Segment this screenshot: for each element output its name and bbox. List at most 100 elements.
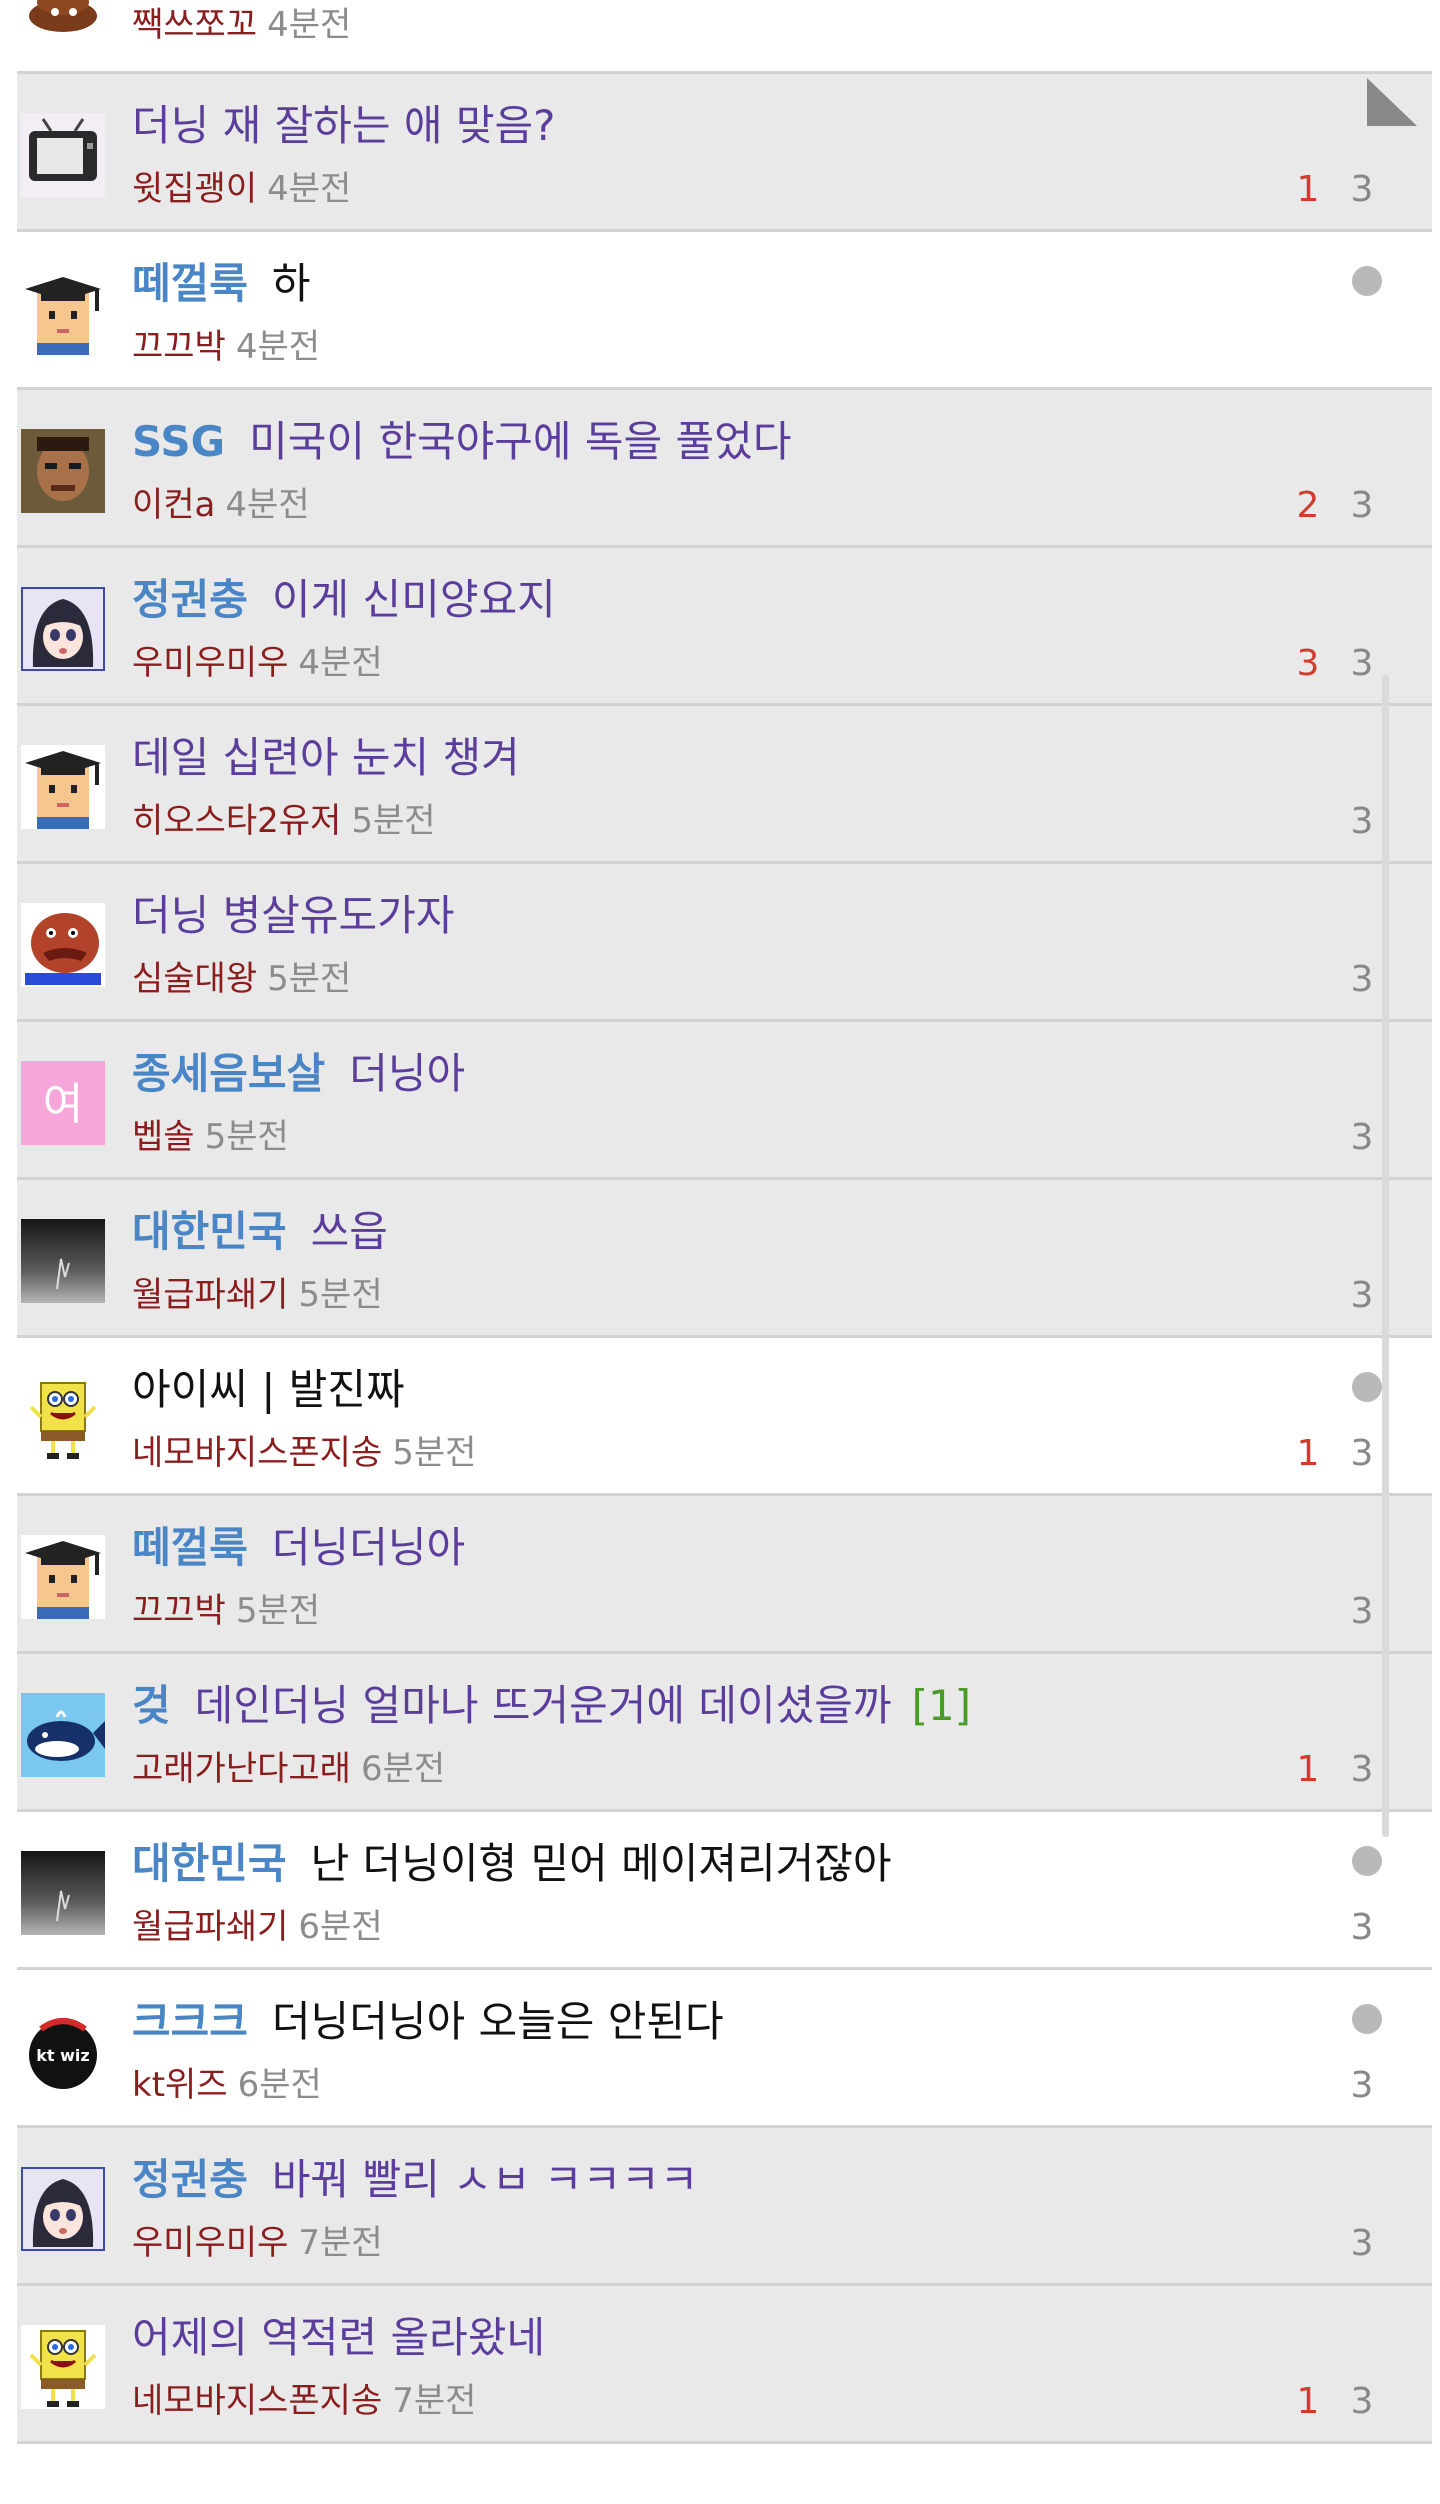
post-title-text: 더닝 재 잘하는 애 맞음? (132, 101, 556, 150)
post-author[interactable]: 월급파쇄기 (132, 1907, 288, 1947)
read-status-dot (1352, 2004, 1382, 2034)
poop-icon (21, 0, 105, 42)
post-row[interactable]: 더닝 재 잘하는 애 맞음? 윗집괭이 4분전 1 3 (17, 74, 1432, 232)
post-title-text: 더닝 병살유도가자 (132, 891, 455, 940)
post-author[interactable]: 윗집괭이 (132, 169, 257, 209)
post-row[interactable]: kt wiz 크크크 더닝더닝아 오늘은 안된다 kt위즈 6분전 3 (17, 1970, 1432, 2128)
recommend-count: 1 (1296, 2381, 1320, 2422)
post-list: 짹쓰쪼꼬 4분전 더닝 재 잘하는 애 맞음? 윗집괭이 4분전 1 3 떼껄룩 하 끄끄박 4분전… (17, 0, 1432, 2444)
post-row[interactable]: 데일 십련아 눈치 챙겨히오스타2유저 5분전 3 (17, 706, 1432, 864)
post-title-text: 어제의 역적련 올라왔네 (132, 2313, 546, 2362)
post-author[interactable]: 우미우미우 (132, 2223, 288, 2263)
post-meta: 벱솔 5분전 (132, 1114, 289, 1160)
post-title-text: 더닝아 (349, 1049, 466, 1098)
post-row[interactable]: SSG 미국이 한국야구에 독을 풀었다 이컨a 4분전 2 3 (17, 390, 1432, 548)
post-time: 4분전 (267, 169, 352, 209)
post-title-text: 하 (271, 259, 311, 308)
post-title-text: 쓰읍 (310, 1207, 388, 1256)
post-meta: 끄끄박 4분전 (132, 324, 320, 370)
view-count: 3 (1350, 2381, 1374, 2422)
sponge-icon (21, 1377, 105, 1461)
view-count: 3 (1350, 643, 1374, 684)
post-title-link[interactable]: SSG 미국이 한국야구에 독을 풀었다 (132, 412, 791, 472)
post-row[interactable]: 겆 데인더닝 얼마나 뜨거운거에 데이셨을까 [1] 고래가난다고래 6분전 1 3 (17, 1654, 1432, 1812)
post-title-link[interactable]: 정권충 이게 신미양요지 (132, 570, 556, 630)
post-row[interactable]: 여 종세음보살 더닝아벱솔 5분전 3 (17, 1022, 1432, 1180)
post-category: 대한민국 (132, 1207, 287, 1256)
scrollbar[interactable] (1382, 675, 1389, 1837)
post-row[interactable]: 짹쓰쪼꼬 4분전 (17, 0, 1432, 74)
post-time: 6분전 (237, 2065, 322, 2105)
post-row[interactable]: 대한민국 난 더닝이형 믿어 메이져리거잖아 월급파쇄기 6분전 3 (17, 1812, 1432, 1970)
view-count: 3 (1350, 485, 1374, 526)
post-meta: 네모바지스폰지송 7분전 (132, 2378, 476, 2424)
post-meta: 윗집괭이 4분전 (132, 166, 351, 212)
view-count: 3 (1350, 2223, 1374, 2264)
view-count: 3 (1350, 1907, 1374, 1948)
post-title-link[interactable]: 대한민국 난 더닝이형 믿어 메이져리거잖아 (132, 1834, 892, 1894)
post-category: SSG (132, 417, 226, 466)
post-meta: 우미우미우 7분전 (132, 2220, 383, 2266)
post-row[interactable]: 떼껄룩 하끄끄박 4분전 (17, 232, 1432, 390)
post-time: 4분전 (235, 327, 321, 367)
post-title-link[interactable]: 겆 데인더닝 얼마나 뜨거운거에 데이셨을까 [1] (132, 1676, 971, 1736)
post-author[interactable]: 짹쓰쪼꼬 (132, 5, 257, 45)
whale-icon (21, 1693, 105, 1777)
anime-girl-icon (21, 587, 105, 671)
dark-photo-icon (21, 1851, 105, 1935)
post-title-text: 바꿔 빨리 ㅅㅂ ㅋㅋㅋㅋ (271, 2155, 699, 2204)
post-author[interactable]: 우미우미우 (132, 643, 288, 683)
view-count: 3 (1350, 1117, 1374, 1158)
post-time: 4분전 (298, 643, 383, 683)
post-row[interactable]: 정권충 바꿔 빨리 ㅅㅂ ㅋㅋㅋㅋ 우미우미우 7분전 3 (17, 2128, 1432, 2286)
post-title-link[interactable]: 더닝 재 잘하는 애 맞음? (132, 96, 555, 156)
post-title-link[interactable]: 떼껄룩 더닝더닝아 (132, 1518, 465, 1578)
view-count: 3 (1350, 801, 1374, 842)
post-title-link[interactable]: 정권충 바꿔 빨리 ㅅㅂ ㅋㅋㅋㅋ (132, 2150, 698, 2210)
post-author[interactable]: 히오스타2유저 (132, 801, 341, 841)
post-author[interactable]: 고래가난다고래 (132, 1749, 351, 1789)
post-author[interactable]: 네모바지스폰지송 (132, 2381, 382, 2421)
post-author[interactable]: 이컨a (132, 485, 215, 525)
post-time: 5분전 (235, 1591, 321, 1631)
avatar-text: 여 (43, 1079, 83, 1130)
post-category: 겆 (132, 1681, 171, 1730)
view-count: 3 (1350, 1275, 1374, 1316)
post-title-text: 데인더닝 얼마나 뜨거운거에 데이셨을까 (194, 1681, 892, 1730)
post-title-link[interactable]: 떼껄룩 하 (132, 254, 311, 314)
post-title-link[interactable]: 아이씨 | 발진짜 (132, 1360, 405, 1420)
post-author[interactable]: 벱솔 (132, 1117, 195, 1157)
post-time: 4분전 (267, 5, 352, 45)
post-row[interactable]: 정권충 이게 신미양요지 우미우미우 4분전 3 3 (17, 548, 1432, 706)
post-author[interactable]: 심술대왕 (132, 959, 257, 999)
creature-icon (21, 903, 105, 987)
post-author[interactable]: 끄끄박 (132, 327, 226, 367)
post-row[interactable]: 더닝 병살유도가자 심술대왕 5분전 3 (17, 864, 1432, 1022)
post-time: 5분전 (298, 1275, 383, 1315)
post-title-link[interactable]: 어제의 역적련 올라왔네 (132, 2308, 545, 2368)
post-title-link[interactable]: 더닝 병살유도가자 (132, 886, 454, 946)
recommend-count: 1 (1296, 169, 1320, 210)
post-row[interactable]: 떼껄룩 더닝더닝아 끄끄박 5분전 3 (17, 1496, 1432, 1654)
recommend-count: 1 (1296, 1749, 1320, 1790)
post-author[interactable]: kt위즈 (132, 2065, 228, 2105)
post-title-link[interactable]: 종세음보살 더닝아 (132, 1044, 465, 1104)
view-count: 3 (1350, 959, 1374, 1000)
post-author[interactable]: 네모바지스폰지송 (132, 1433, 382, 1473)
post-title-text: 난 더닝이형 믿어 메이져리거잖아 (310, 1839, 892, 1888)
post-category: 정권충 (132, 2155, 248, 2204)
sponge-icon (21, 2325, 105, 2409)
post-row[interactable]: 아이씨 | 발진짜 네모바지스폰지송 5분전 1 3 (17, 1338, 1432, 1496)
post-title-link[interactable]: 대한민국 쓰읍 (132, 1202, 388, 1262)
view-count: 3 (1350, 1433, 1374, 1474)
post-row[interactable]: 어제의 역적련 올라왔네네모바지스폰지송 7분전 1 3 (17, 2286, 1432, 2444)
post-author[interactable]: 월급파쇄기 (132, 1275, 288, 1315)
post-time: 7분전 (392, 2381, 477, 2421)
post-title-link[interactable]: 크크크 더닝더닝아 오늘은 안된다 (132, 1992, 724, 2052)
post-time: 6분전 (360, 1749, 446, 1789)
post-meta: 네모바지스폰지송 5분전 (132, 1430, 476, 1476)
post-title-link[interactable]: 데일 십련아 눈치 챙겨 (132, 728, 520, 788)
post-row[interactable]: 대한민국 쓰읍월급파쇄기 5분전 3 (17, 1180, 1432, 1338)
post-meta: 히오스타2유저 5분전 (132, 798, 436, 844)
post-author[interactable]: 끄끄박 (132, 1591, 226, 1631)
